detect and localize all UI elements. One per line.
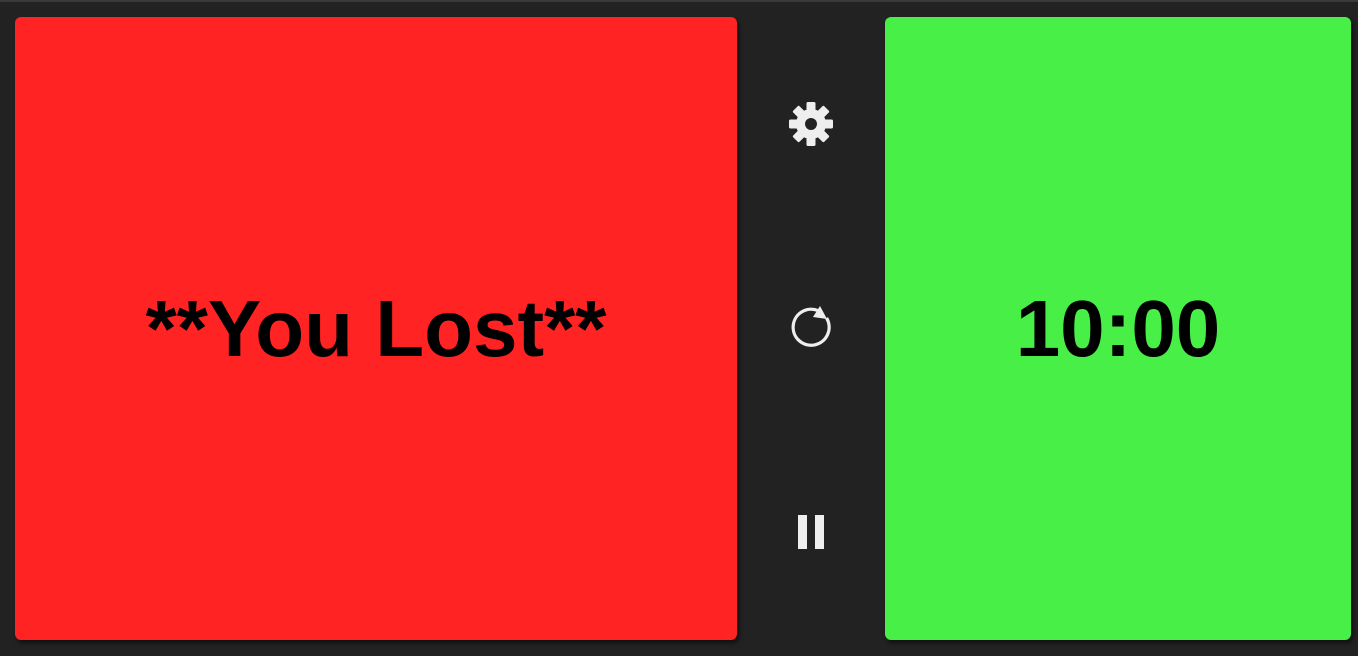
reset-button[interactable] [787, 303, 835, 351]
settings-button[interactable] [787, 100, 835, 148]
pause-icon [798, 515, 824, 549]
player-one-clock-panel[interactable]: **You Lost** [15, 17, 737, 640]
top-border [0, 0, 1358, 2]
gear-icon [789, 102, 833, 146]
pause-button[interactable] [787, 508, 835, 556]
refresh-icon [791, 306, 831, 347]
player-one-status-text: **You Lost** [145, 283, 607, 373]
player-two-time-text: 10:00 [1015, 283, 1221, 373]
player-two-clock-panel[interactable]: 10:00 [885, 17, 1351, 640]
